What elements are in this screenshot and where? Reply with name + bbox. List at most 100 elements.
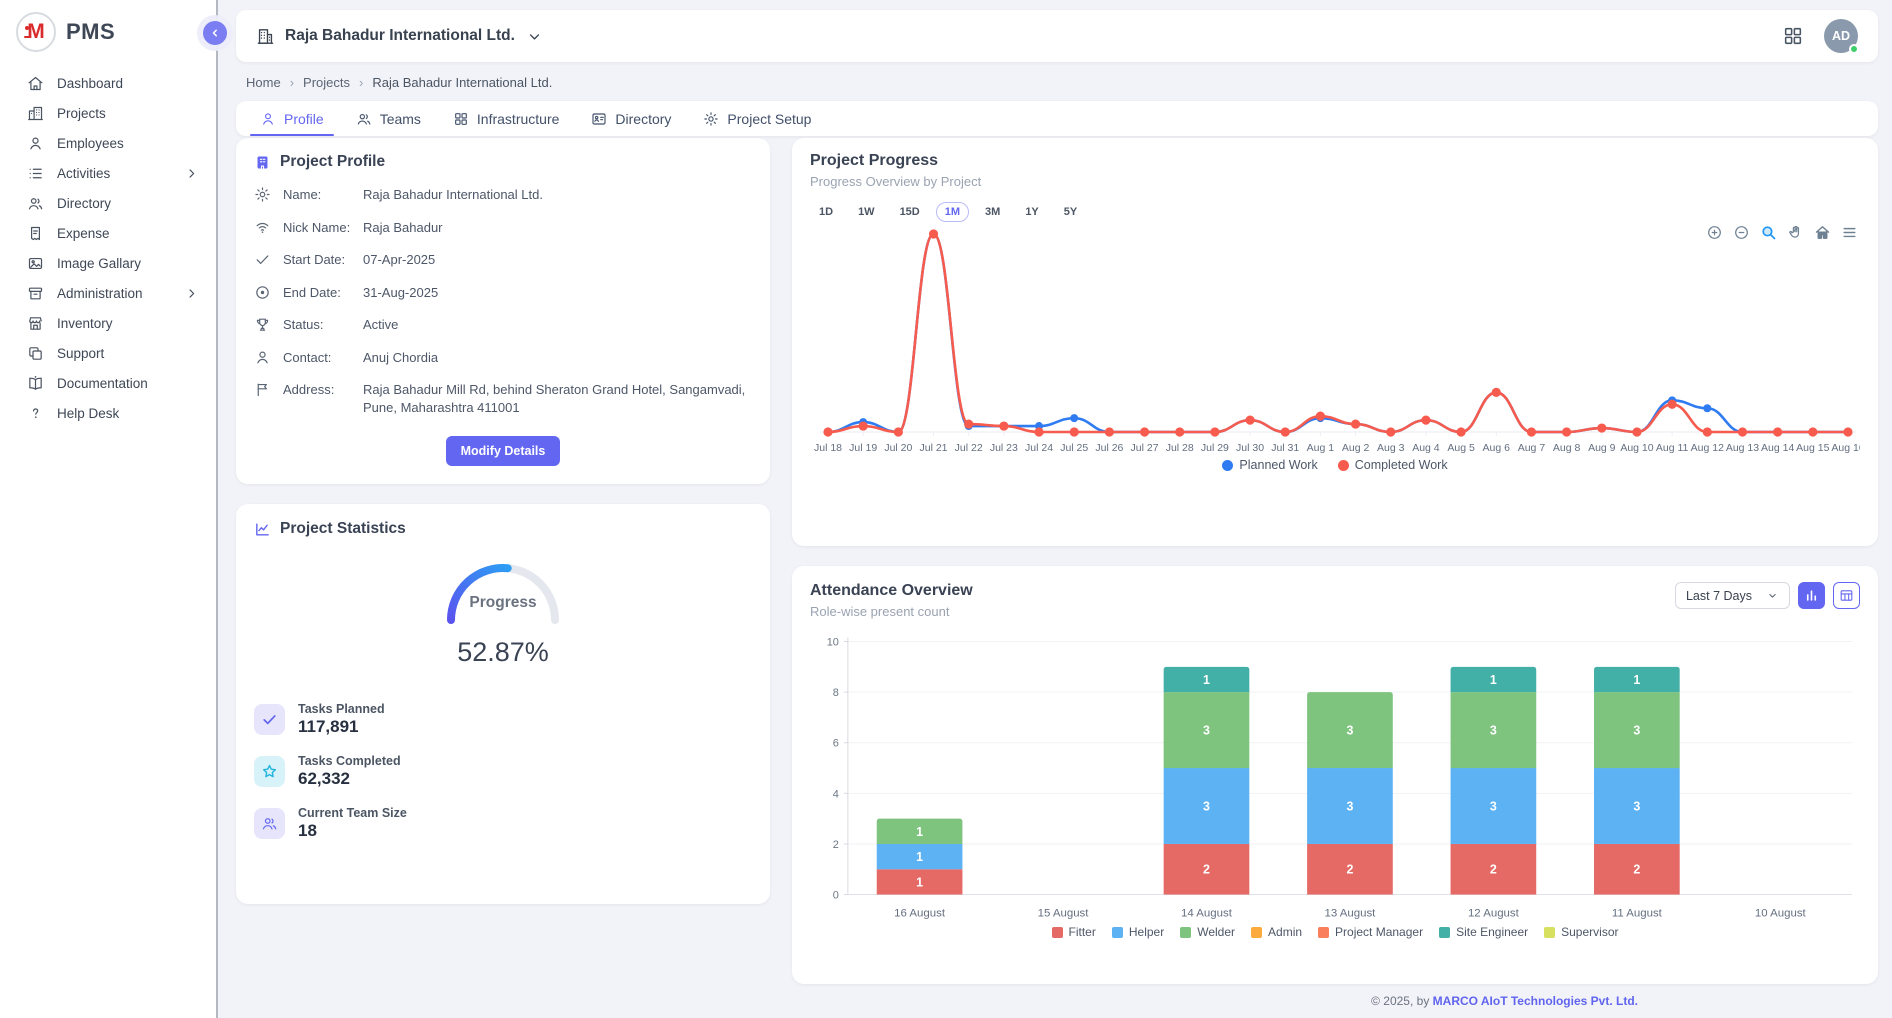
breadcrumb-current: Raja Bahadur International Ltd. [372,75,552,90]
sidebar-item-documentation[interactable]: Documentation [0,368,216,398]
menu-icon[interactable] [1841,224,1858,241]
zoom-in-icon[interactable] [1706,224,1723,241]
tab-infrastructure[interactable]: Infrastructure [437,101,575,136]
breadcrumb: Home › Projects › Raja Bahadur Internati… [246,75,1874,90]
sidebar-item-help-desk[interactable]: Help Desk [0,398,216,428]
range-1m[interactable]: 1M [936,202,969,222]
sidebar-item-inventory[interactable]: Inventory [0,308,216,338]
range-select[interactable]: Last 7 Days [1675,582,1790,609]
legend-item[interactable]: Fitter [1052,925,1096,939]
svg-text:13 August: 13 August [1324,907,1376,919]
breadcrumb-projects[interactable]: Projects [303,75,350,90]
sidebar-item-support[interactable]: Support [0,338,216,368]
attendance-chart[interactable]: 024681016 August11115 August14 August233… [810,629,1860,925]
svg-text:3: 3 [1346,724,1353,738]
sidebar-item-label: Help Desk [57,406,119,421]
svg-text:1: 1 [1490,673,1497,687]
range-1d[interactable]: 1D [810,202,842,222]
sidebar-item-projects[interactable]: Projects [0,98,216,128]
breadcrumb-home[interactable]: Home [246,75,281,90]
chevron-right-icon [183,165,200,182]
gear-icon [703,111,719,127]
tab-project-setup[interactable]: Project Setup [687,101,827,136]
progress-chart[interactable]: Jul 18Jul 19Jul 20Jul 21Jul 22Jul 23Jul … [810,226,1860,458]
sidebar-item-dashboard[interactable]: Dashboard [0,68,216,98]
table-view-button[interactable] [1833,582,1860,609]
footer-company-link[interactable]: MARCO AIoT Technologies Pvt. Ltd. [1433,994,1638,1008]
zoom-out-icon[interactable] [1733,224,1750,241]
chevron-down-icon [1766,589,1779,602]
online-status-dot [1849,44,1859,54]
store-icon [27,315,44,332]
sidebar-item-image-gallery[interactable]: Image Gallary [0,248,216,278]
reset-home-icon[interactable] [1814,224,1831,241]
sidebar-item-label: Dashboard [57,76,123,91]
sidebar-collapse-button[interactable] [203,21,227,45]
card-title: Attendance Overview [810,582,973,600]
stat-tasks-completed: Tasks Completed62,332 [254,754,752,789]
range-1y[interactable]: 1Y [1016,202,1047,222]
tab-teams[interactable]: Teams [340,101,437,136]
legend-item[interactable]: Welder [1180,925,1235,939]
list-icon [27,165,44,182]
svg-text:2: 2 [1490,863,1497,877]
table-view-icon [1839,588,1854,603]
svg-text:16 August: 16 August [894,907,946,919]
svg-text:Jul 29: Jul 29 [1201,442,1229,454]
svg-text:Aug 3: Aug 3 [1377,442,1405,454]
legend-item[interactable]: Completed Work [1338,458,1448,472]
profile-field-contact: Contact: Anuj Chordia [254,349,752,367]
range-1w[interactable]: 1W [849,202,884,222]
chevron-right-icon [183,285,200,302]
legend-item[interactable]: Supervisor [1544,925,1618,939]
legend-item[interactable]: Planned Work [1222,458,1317,472]
company-selector[interactable]: Raja Bahadur International Ltd. [256,27,544,46]
stat-tasks-planned: Tasks Planned117,891 [254,702,752,737]
sidebar-item-employees[interactable]: Employees [0,128,216,158]
svg-text:3: 3 [1346,799,1353,813]
project-progress-card: Project Progress Progress Overview by Pr… [792,138,1878,546]
card-title: Project Profile [280,153,385,171]
svg-text:Jul 21: Jul 21 [920,442,948,454]
sidebar-item-administration[interactable]: Administration [0,278,216,308]
legend-item[interactable]: Project Manager [1318,925,1423,939]
legend-item[interactable]: Site Engineer [1439,925,1528,939]
panning-icon[interactable] [1787,224,1804,241]
svg-text:12 August: 12 August [1468,907,1520,919]
card-title: Project Progress [810,152,1860,170]
legend-item[interactable]: Helper [1112,925,1164,939]
tab-bar: Profile Teams Infrastructure Directory P… [236,101,1878,136]
chart-toolbar [1706,224,1858,241]
app-logo: M PMS [0,0,216,52]
selection-zoom-icon[interactable] [1760,224,1777,241]
svg-text:10 August: 10 August [1755,907,1807,919]
svg-text:0: 0 [833,890,839,902]
modify-details-button[interactable]: Modify Details [446,436,561,466]
svg-text:11 August: 11 August [1612,907,1663,919]
svg-text:3: 3 [1490,724,1497,738]
sidebar-item-activities[interactable]: Activities [0,158,216,188]
range-3m[interactable]: 3M [976,202,1009,222]
sidebar-item-directory[interactable]: Directory [0,188,216,218]
bar-chart-view-button[interactable] [1798,582,1825,609]
apps-grid-icon[interactable] [1782,25,1804,47]
range-5y[interactable]: 5Y [1055,202,1086,222]
tab-directory[interactable]: Directory [575,101,687,136]
check-icon [254,704,285,735]
user-icon [254,349,271,366]
tab-profile[interactable]: Profile [244,101,340,136]
range-15d[interactable]: 15D [891,202,929,222]
sidebar-item-expense[interactable]: Expense [0,218,216,248]
gauge-label: Progress [433,594,573,612]
user-avatar[interactable]: AD [1824,19,1858,53]
sidebar-item-label: Administration [57,286,143,301]
svg-text:1: 1 [1203,673,1210,687]
svg-text:Aug 7: Aug 7 [1518,442,1546,454]
legend-item[interactable]: Admin [1251,925,1302,939]
help-icon [27,405,44,422]
svg-text:Aug 11: Aug 11 [1656,442,1689,454]
users-icon [254,808,285,839]
image-icon [27,255,44,272]
svg-text:Jul 23: Jul 23 [990,442,1018,454]
svg-text:3: 3 [1203,799,1210,813]
